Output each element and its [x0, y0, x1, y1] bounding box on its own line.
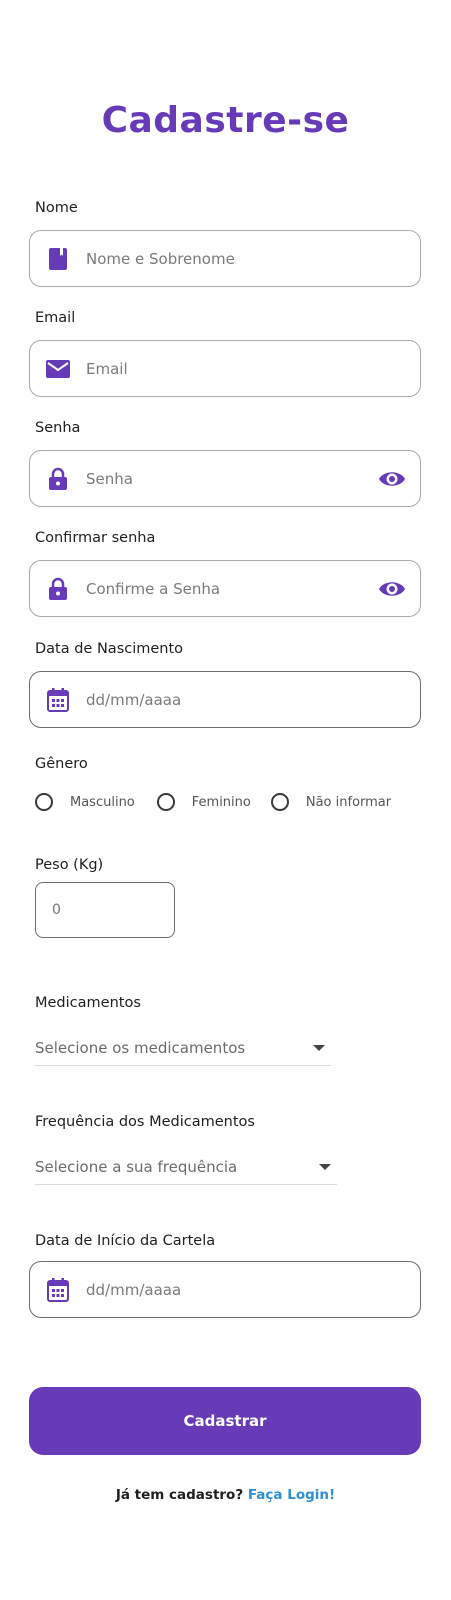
email-label: Email — [35, 310, 76, 326]
lock-icon — [46, 467, 70, 491]
gender-radio-group: Masculino Feminino Não informar — [35, 793, 391, 811]
frequency-label: Frequência dos Medicamentos — [35, 1114, 255, 1130]
name-input[interactable] — [86, 249, 420, 268]
email-field[interactable] — [29, 340, 421, 397]
gender-option-not-informed[interactable]: Não informar — [270, 793, 392, 811]
gender-label: Gênero — [35, 756, 88, 772]
register-button[interactable]: Cadastrar — [29, 1387, 421, 1455]
gender-option-female[interactable]: Feminino — [156, 793, 251, 811]
confirm-password-input[interactable] — [86, 579, 378, 598]
card-start-date-input[interactable] — [86, 1280, 420, 1299]
password-input[interactable] — [86, 469, 378, 488]
chevron-down-icon — [319, 1163, 331, 1170]
frequency-select-value: Selecione a sua frequência — [35, 1157, 238, 1176]
gender-option-label: Feminino — [191, 794, 251, 810]
calendar-icon — [46, 1277, 70, 1302]
calendar-icon — [46, 687, 70, 712]
card-start-date-label: Data de Início da Cartela — [35, 1233, 216, 1249]
name-field[interactable] — [29, 230, 421, 287]
gender-option-label: Masculino — [70, 794, 135, 810]
weight-field[interactable] — [35, 882, 175, 938]
confirm-password-label: Confirmar senha — [35, 530, 156, 546]
medications-select-value: Selecione os medicamentos — [35, 1038, 246, 1057]
lock-icon — [46, 577, 70, 601]
contact-book-icon — [46, 247, 70, 271]
frequency-select[interactable]: Selecione a sua frequência — [35, 1149, 337, 1185]
eye-icon[interactable] — [378, 467, 406, 491]
radio-circle[interactable] — [270, 793, 289, 811]
email-input[interactable] — [86, 359, 420, 378]
medications-label: Medicamentos — [35, 995, 141, 1011]
birth-date-label: Data de Nascimento — [35, 641, 184, 657]
mail-icon — [46, 357, 70, 381]
radio-circle[interactable] — [156, 793, 175, 811]
medications-select[interactable]: Selecione os medicamentos — [35, 1030, 331, 1066]
radio-circle[interactable] — [35, 793, 53, 811]
eye-icon[interactable] — [378, 577, 406, 601]
weight-input[interactable] — [50, 901, 174, 919]
login-link[interactable]: Faça Login! — [248, 1487, 335, 1503]
name-label: Nome — [35, 200, 78, 216]
chevron-down-icon — [313, 1044, 325, 1051]
birth-date-input[interactable] — [86, 690, 420, 709]
password-label: Senha — [35, 420, 81, 436]
card-start-date-field[interactable] — [29, 1261, 421, 1318]
password-field[interactable] — [29, 450, 421, 507]
gender-option-male[interactable]: Masculino — [35, 793, 135, 811]
login-prompt-text: Já tem cadastro? — [115, 1487, 244, 1503]
weight-label: Peso (Kg) — [35, 857, 104, 873]
confirm-password-field[interactable] — [29, 560, 421, 617]
login-prompt: Já tem cadastro? Faça Login! — [0, 1487, 451, 1503]
birth-date-field[interactable] — [29, 671, 421, 728]
page-title: Cadastre-se — [101, 100, 350, 141]
gender-option-label: Não informar — [305, 794, 392, 810]
